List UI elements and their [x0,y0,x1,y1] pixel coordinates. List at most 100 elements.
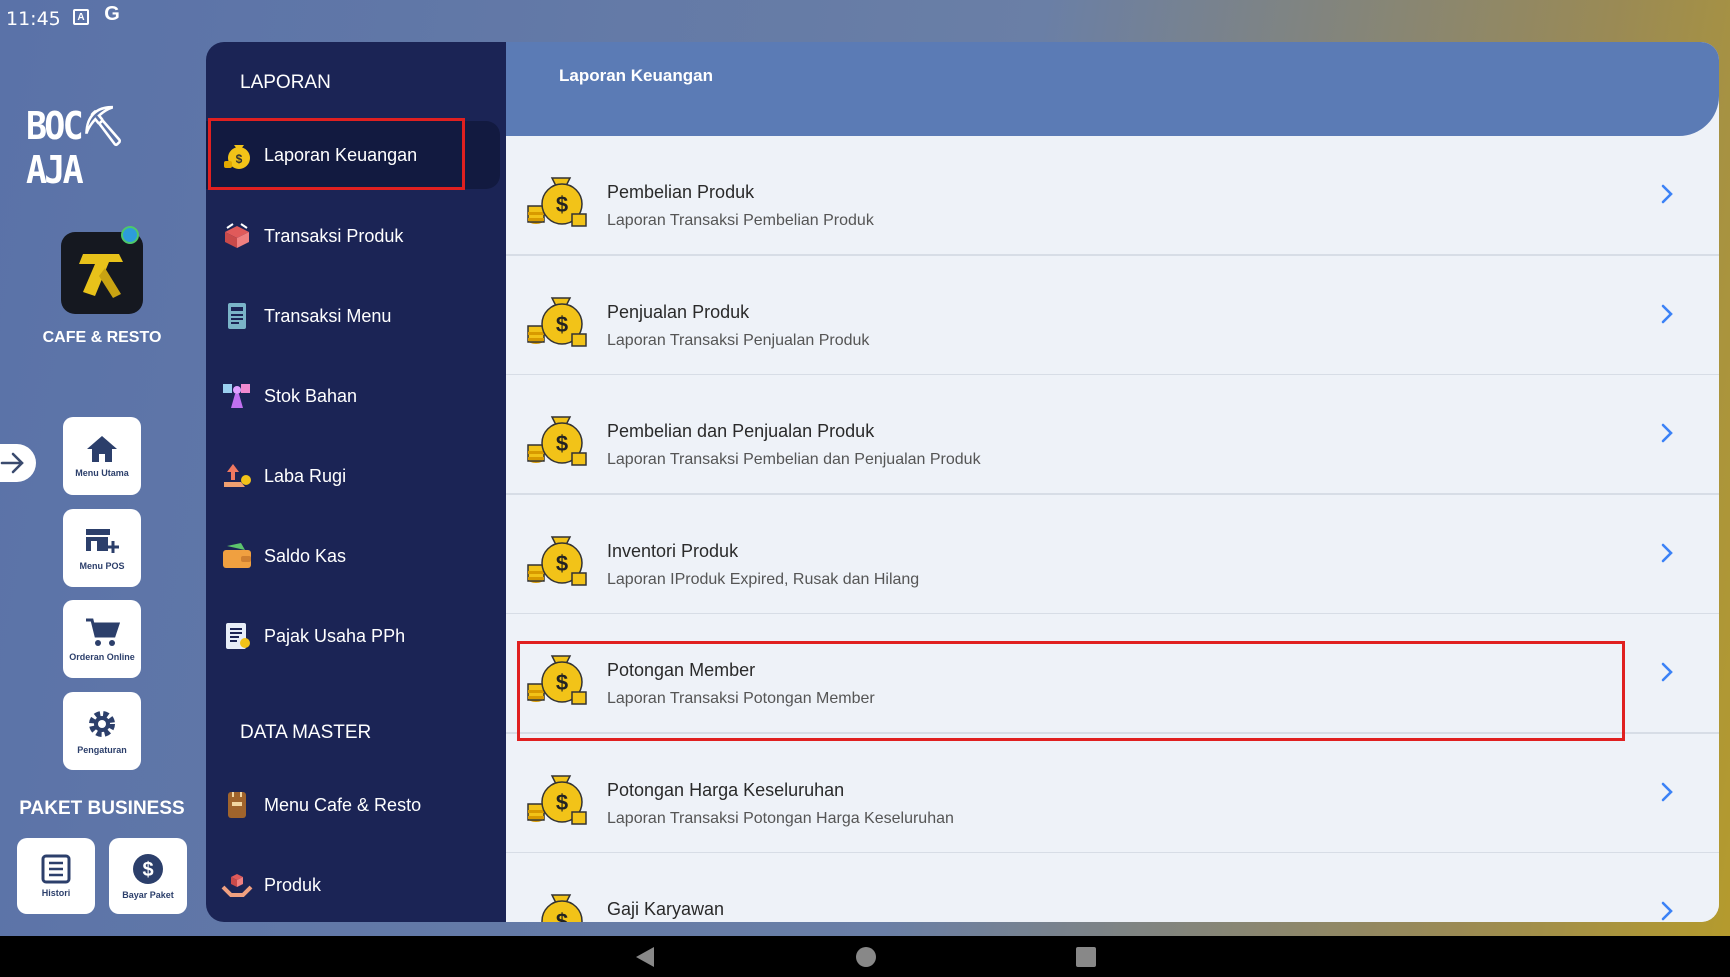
chevron-right-icon[interactable] [1655,182,1679,206]
tile-bayar-paket[interactable]: $ Bayar Paket [109,838,187,914]
menu-item-stok-bahan[interactable]: Stok Bahan [206,362,500,430]
menu-item-transaksi-menu[interactable]: Transaksi Menu [206,282,500,350]
hammer-logo-icon [79,254,123,298]
tile-menu-utama[interactable]: Menu Utama [63,417,141,495]
menu-item-laba-rugi[interactable]: Laba Rugi [206,442,500,510]
tile-label: Menu POS [79,561,125,571]
report-row[interactable]: $ Potongan Member Laporan Transaksi Potong… [506,614,1719,734]
box-icon [220,219,254,253]
report-subtitle: Laporan Transaksi Pembelian dan Penjuala… [607,451,981,468]
chevron-right-icon[interactable] [1655,541,1679,565]
svg-text:$: $ [556,909,568,922]
stock-icon [220,379,254,413]
money-bag-icon: $ [526,887,588,922]
section-laporan: LAPORAN [240,72,331,93]
google-icon: G [104,2,120,25]
report-title: Potongan Member [607,660,756,680]
gear-icon [89,711,115,737]
tile-pengaturan[interactable]: Pengaturan [63,692,141,770]
money-bag-icon: $ [526,409,588,471]
page-title: Laporan Keuangan [559,66,713,85]
report-subtitle: Laporan IProduk Expired, Rusak dan Hilan… [607,570,920,588]
wallet-icon [220,539,254,573]
back-icon[interactable] [634,946,656,968]
menu-item-label: Laporan Keuangan [264,144,418,165]
svg-text:$: $ [556,551,568,576]
app-icon[interactable] [61,226,143,314]
report-subtitle: Laporan Transaksi Pembelian Produk [607,212,874,229]
tax-document-icon [220,619,254,653]
money-bag-icon: $ [526,170,588,232]
profit-hand-icon [220,459,254,493]
money-bag-icon: $ [526,290,588,352]
report-row[interactable]: $ Pembelian Produk Laporan Transaksi Pembe… [506,136,1719,256]
menu-item-label: Transaksi Produk [264,225,404,246]
store-add-icon [86,529,119,553]
menu-item-label: Saldo Kas [264,545,347,566]
svg-text:$: $ [556,790,568,815]
report-row[interactable]: $ Potongan Harga Keseluruhan Laporan Trans… [506,733,1719,854]
home-icon [87,436,117,462]
money-bag-icon: $ [526,768,588,830]
svg-text:$: $ [236,152,243,166]
report-row[interactable]: $ Penjualan Produk Laporan Transaksi Penju… [506,255,1719,376]
report-row[interactable]: $ Inventori Produk Laporan IProduk Expired… [506,494,1719,615]
report-menu-panel: LAPORAN $ Laporan Keuangan Transaksi Pro… [206,42,506,922]
product-box-icon [220,868,254,902]
report-title: Inventori Produk [607,540,739,561]
menu-item-label: Produk [264,874,322,895]
menu-board-icon [220,299,254,333]
tile-orderan-online[interactable]: Orderan Online [63,600,141,678]
report-list-panel: Laporan Keuangan $ Pembelian Produk Lapora… [506,42,1719,922]
menu-item-pajak-usaha[interactable]: Pajak Usaha PPh [206,602,500,670]
menu-item-saldo-kas[interactable]: Saldo Kas [206,522,500,590]
chevron-right-icon[interactable] [1655,660,1679,684]
report-row[interactable]: $ Pembelian dan Penjualan Produk Laporan T… [506,375,1719,495]
menu-book-icon [220,788,254,822]
report-title: Gaji Karyawan [607,899,725,919]
report-subtitle: Laporan Transaksi Potongan Harga Keselur… [607,809,954,827]
cart-icon [86,618,120,646]
menu-item-label: Menu Cafe & Resto [264,794,422,815]
notification-dot [121,226,139,244]
report-title: Penjualan Produk [607,301,750,322]
drawer-toggle-button[interactable] [0,444,36,482]
svg-text:$: $ [556,312,568,337]
system-nav-bar [0,936,1730,977]
menu-item-menu-cafe-resto[interactable]: Menu Cafe & Resto [206,771,500,839]
chevron-right-icon[interactable] [1655,302,1679,326]
dollar-icon: $ [133,854,163,884]
content-header: Laporan Keuangan [506,42,1719,136]
tile-label: Bayar Paket [122,890,174,900]
chevron-right-icon[interactable] [1655,421,1679,445]
menu-item-laporan-keuangan[interactable]: $ Laporan Keuangan [206,121,500,189]
money-bag-icon: $ [220,138,254,172]
chevron-right-icon[interactable] [1655,780,1679,804]
menu-item-produk[interactable]: Produk [206,851,500,919]
svg-text:$: $ [556,192,568,217]
tile-label: Histori [41,888,71,898]
home-nav-icon[interactable] [855,946,877,968]
menu-item-transaksi-produk[interactable]: Transaksi Produk [206,202,500,270]
chevron-right-icon[interactable] [1655,899,1679,922]
tile-menu-pos[interactable]: Menu POS [63,509,141,587]
report-subtitle: Laporan Transaksi Potongan Member [607,690,875,707]
menu-item-label: Transaksi Menu [264,305,392,326]
section-data-master: DATA MASTER [240,722,372,743]
money-bag-icon: $ [526,648,588,710]
menu-item-label: Pajak Usaha PPh [264,625,406,646]
tile-histori[interactable]: Histori [17,838,95,914]
report-row[interactable]: $ Gaji Karyawan [506,853,1719,922]
status-bar: 11:45 A G [0,0,1730,36]
tile-label: Pengaturan [77,745,127,755]
recents-icon[interactable] [1075,946,1097,968]
svg-text:$: $ [556,670,568,695]
report-title: Pembelian dan Penjualan Produk [607,421,875,441]
tile-label: Orderan Online [69,652,135,662]
svg-text:$: $ [556,431,568,456]
report-subtitle: Laporan Transaksi Penjualan Produk [607,331,870,349]
app-label: CAFE & RESTO [42,329,162,346]
tile-label: Menu Utama [75,468,129,478]
menu-item-label: Stok Bahan [264,385,358,406]
svg-text:$: $ [142,859,153,881]
